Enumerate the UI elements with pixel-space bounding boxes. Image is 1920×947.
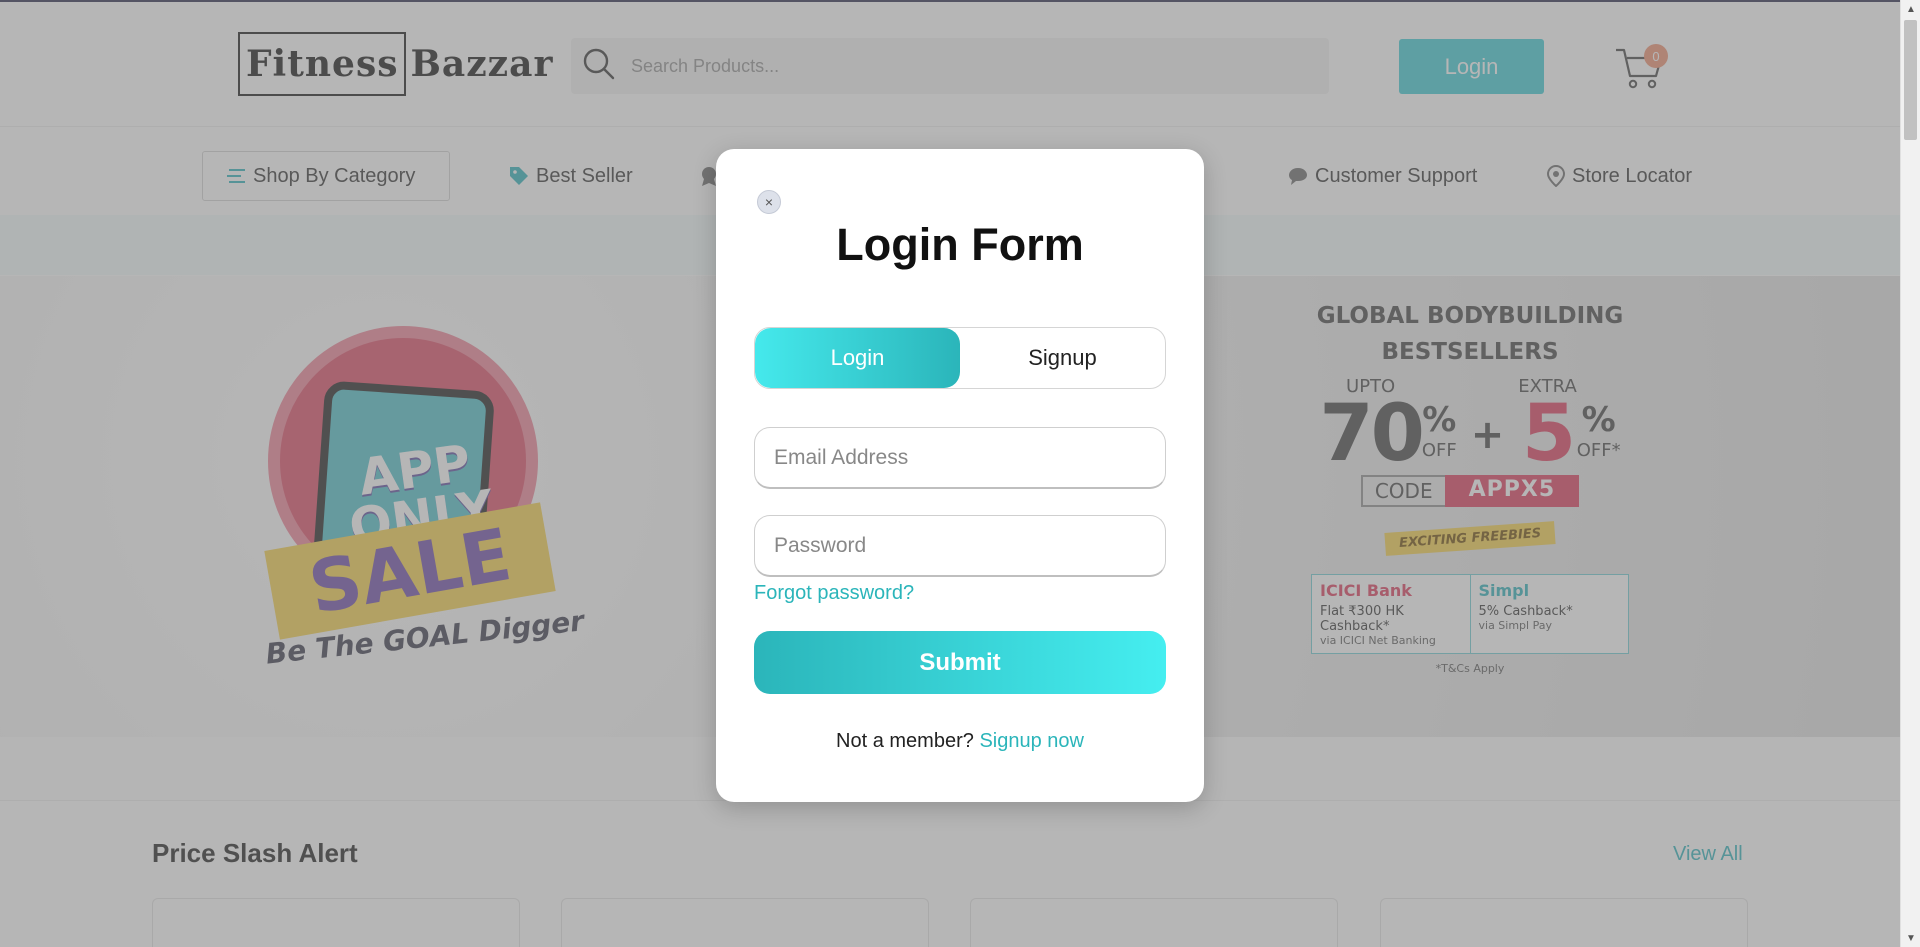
close-icon[interactable]: ×: [757, 190, 781, 214]
page-scrollbar[interactable]: ▲ ▼: [1900, 0, 1920, 947]
signup-now-link[interactable]: Signup now: [979, 730, 1084, 752]
tab-login[interactable]: Login: [755, 328, 960, 388]
login-modal: × Login Form Login Signup Forgot passwor…: [716, 149, 1204, 802]
password-field[interactable]: [754, 515, 1166, 577]
tab-signup[interactable]: Signup: [960, 328, 1165, 388]
email-field[interactable]: [754, 427, 1166, 489]
scroll-up-arrow-icon[interactable]: ▲: [1901, 0, 1920, 18]
auth-tab-toggle: Login Signup: [754, 327, 1166, 389]
scroll-down-arrow-icon[interactable]: ▼: [1901, 929, 1920, 947]
not-member-text: Not a member?: [836, 730, 974, 752]
signup-prompt: Not a member? Signup now: [716, 730, 1204, 753]
modal-title: Login Form: [836, 219, 1084, 270]
scrollbar-thumb[interactable]: [1904, 20, 1917, 140]
submit-button[interactable]: Submit: [754, 631, 1166, 694]
forgot-password-link[interactable]: Forgot password?: [754, 582, 914, 605]
